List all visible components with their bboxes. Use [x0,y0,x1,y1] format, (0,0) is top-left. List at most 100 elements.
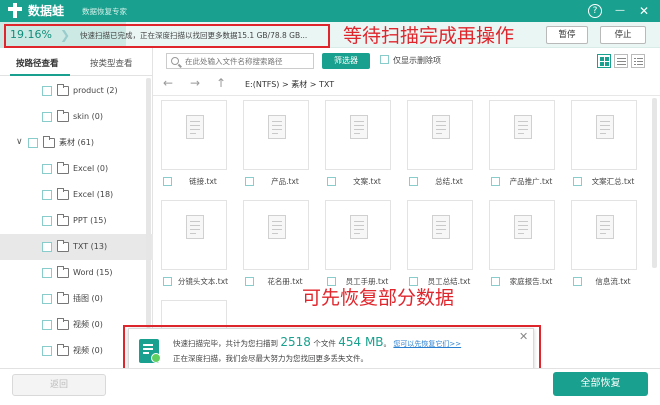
folder-icon [57,162,69,174]
file-tile[interactable]: 文案.txt [317,96,395,192]
file-checkbox[interactable] [245,277,254,286]
tree-item[interactable]: 插图 (0) [0,286,153,312]
file-checkbox[interactable] [491,277,500,286]
tree-item-checkbox[interactable] [42,164,52,174]
file-thumbnail[interactable] [161,100,227,170]
file-name: 文案.txt [353,177,381,186]
file-name: 文案汇总.txt [591,177,635,186]
tree-item-checkbox[interactable] [28,138,38,148]
toast-close-icon[interactable]: ✕ [519,331,528,343]
file-checkbox[interactable] [573,277,582,286]
show-deleted-checkbox[interactable] [380,55,389,64]
tree-item-label: 插图 (0) [73,294,103,303]
folder-icon [57,344,69,356]
help-icon[interactable]: ? [588,4,602,18]
file-thumbnail[interactable] [571,100,637,170]
file-tile[interactable]: 产品.txt [235,96,313,192]
file-tile[interactable]: 文案汇总.txt [563,96,641,192]
grid-view-icon[interactable] [597,54,611,68]
scan-complete-toast: 快速扫描完毕，共计为您扫描到 2518 个文件 454 MB。 您可以先恢复它们… [128,328,534,372]
file-tile[interactable]: 家庭报告.txt [481,196,559,292]
file-thumbnail[interactable] [489,200,555,270]
show-deleted-toggle[interactable]: 仅显示删除项 [380,55,441,67]
tab-by-path[interactable]: 按路径查看 [16,58,59,70]
tree-item-checkbox[interactable] [42,112,52,122]
toast-file-count: 2518 [280,335,311,349]
tree-item[interactable]: skin (0) [0,104,153,130]
folder-icon [57,214,69,226]
chevron-down-icon[interactable]: ∨ [16,136,23,148]
tree-item[interactable]: ∨ 素材 (61) [0,130,153,156]
file-thumbnail[interactable] [571,200,637,270]
tree-item[interactable]: Excel (0) [0,156,153,182]
recover-all-button[interactable]: 全部恢复 [553,372,648,396]
tree-item[interactable]: PPT (15) [0,208,153,234]
close-icon[interactable]: ✕ [637,4,651,18]
minimize-icon[interactable]: — [613,4,627,18]
file-checkbox[interactable] [327,277,336,286]
tree-item-checkbox[interactable] [42,320,52,330]
folder-icon [57,188,69,200]
back-button[interactable]: 返回 [12,374,106,396]
forward-arrow-icon[interactable]: → [190,76,200,90]
list-view-icon[interactable] [614,54,628,68]
file-tile[interactable]: 花名册.txt [235,196,313,292]
tree-item-checkbox[interactable] [42,294,52,304]
file-thumbnail[interactable] [407,200,473,270]
text-file-icon [432,115,450,139]
back-arrow-icon[interactable]: ← [163,76,173,90]
file-tile[interactable]: 链接.txt [153,96,231,192]
text-file-icon [268,115,286,139]
file-tile[interactable]: 总结.txt [399,96,477,192]
text-file-icon [350,215,368,239]
file-tile[interactable]: 分镜头文本.txt [153,196,231,292]
file-thumbnail[interactable] [161,200,227,270]
filter-button[interactable]: 筛选器 [322,53,370,69]
tree-item[interactable]: Word (15) [0,260,153,286]
file-checkbox[interactable] [409,277,418,286]
tree-item[interactable]: product (2) [0,78,153,104]
tree-item[interactable]: TXT (13) [0,234,153,260]
file-thumbnail[interactable] [325,100,391,170]
tree-item[interactable]: Excel (18) [0,182,153,208]
pause-button[interactable]: 暂停 [546,26,588,44]
file-thumbnail[interactable] [325,200,391,270]
folder-icon [57,292,69,304]
toast-deep-scan-text: 正在深度扫描，我们会尽最大努力为您找回更多丢失文件。 [173,354,368,363]
file-tile[interactable]: 员工总结.txt [399,196,477,292]
file-thumbnail[interactable] [407,100,473,170]
file-checkbox[interactable] [163,277,172,286]
file-thumbnail[interactable] [243,200,309,270]
tree-item-label: 素材 (61) [59,138,94,147]
tree-scrollbar[interactable] [146,78,151,328]
file-tile[interactable]: 信息流.txt [563,196,641,292]
tree-item-checkbox[interactable] [42,242,52,252]
file-tile[interactable]: 员工手册.txt [317,196,395,292]
text-file-icon [432,215,450,239]
show-deleted-label: 仅显示删除项 [393,56,441,65]
folder-icon [43,136,55,148]
tree-item-checkbox[interactable] [42,216,52,226]
file-tile[interactable]: 产品推广.txt [481,96,559,192]
detail-view-icon[interactable] [631,54,645,68]
file-checkbox[interactable] [409,177,418,186]
app-name: 数据蛙 [28,4,65,18]
stop-button[interactable]: 停止 [600,26,646,44]
recover-now-link[interactable]: 您可以先恢复它们>> [393,340,461,348]
file-scrollbar[interactable] [652,98,657,268]
search-input[interactable] [185,55,311,67]
file-checkbox[interactable] [491,177,500,186]
file-thumbnail[interactable] [489,100,555,170]
search-box[interactable] [166,53,314,69]
tree-item-checkbox[interactable] [42,268,52,278]
file-checkbox[interactable] [245,177,254,186]
tab-by-type[interactable]: 按类型查看 [90,58,133,70]
file-thumbnail[interactable] [243,100,309,170]
tree-item-checkbox[interactable] [42,346,52,356]
tree-item-checkbox[interactable] [42,190,52,200]
file-checkbox[interactable] [327,177,336,186]
file-checkbox[interactable] [163,177,172,186]
file-checkbox[interactable] [573,177,582,186]
tree-item-checkbox[interactable] [42,86,52,96]
up-arrow-icon[interactable]: ↑ [216,76,226,90]
